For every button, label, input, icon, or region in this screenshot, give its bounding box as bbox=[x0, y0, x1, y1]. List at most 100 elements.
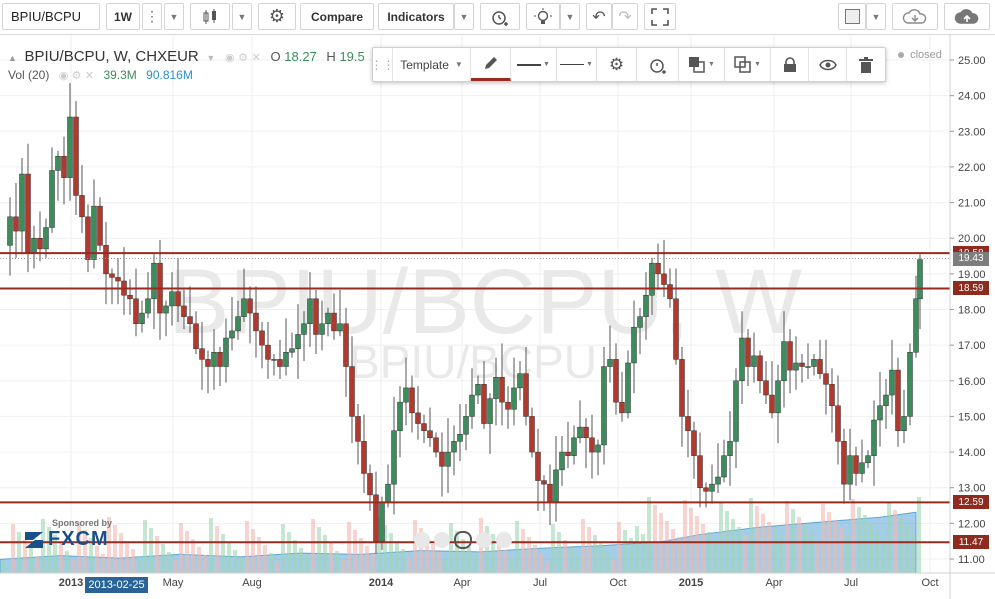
delete-button[interactable] bbox=[847, 48, 885, 81]
eye-icon[interactable]: ◉ bbox=[225, 52, 235, 64]
interval-dropdown-button[interactable]: ▼ bbox=[164, 3, 184, 30]
volume-bar bbox=[611, 559, 615, 573]
candle-body bbox=[211, 352, 217, 367]
candle-body bbox=[607, 359, 613, 367]
interval-menu-button[interactable]: ⋮ bbox=[142, 3, 162, 30]
chart-area[interactable]: BPIU/BCPU, W BPIU/BCPU 25.00 24.00 23.00 22… bbox=[0, 35, 995, 599]
candle-body bbox=[649, 262, 655, 296]
volume-bar bbox=[899, 518, 903, 573]
candle-body bbox=[199, 348, 205, 360]
candle-body bbox=[391, 430, 397, 485]
ideas-button[interactable] bbox=[526, 3, 560, 30]
scroll-left-icon[interactable] bbox=[414, 532, 430, 548]
volume-bar bbox=[521, 529, 525, 573]
indicators-dropdown-button[interactable]: ▼ bbox=[454, 3, 474, 30]
volume-bar bbox=[281, 524, 285, 573]
chevron-down-icon: ▼ bbox=[871, 11, 881, 22]
close-icon[interactable]: ✕ bbox=[85, 70, 94, 82]
hide-button[interactable] bbox=[809, 48, 847, 81]
y-tick-label: 19.00 bbox=[958, 269, 986, 281]
zoom-in-icon[interactable] bbox=[476, 532, 492, 548]
close-icon[interactable]: ✕ bbox=[252, 52, 261, 64]
chart-type-button[interactable] bbox=[190, 3, 230, 30]
template-button[interactable]: Template ▼ bbox=[393, 48, 471, 81]
volume-bar bbox=[287, 532, 291, 573]
load-chart-button[interactable] bbox=[892, 3, 938, 30]
volume-bar bbox=[191, 539, 195, 573]
y-tick-label: 25.00 bbox=[958, 55, 986, 67]
symbol-input[interactable]: BPIU/BCPU bbox=[2, 3, 100, 30]
candle-body bbox=[439, 451, 445, 467]
reset-icon[interactable] bbox=[454, 531, 472, 549]
volume-bar bbox=[71, 559, 75, 573]
volume-bar bbox=[467, 547, 471, 573]
volume-bar bbox=[341, 559, 345, 573]
volume-bar bbox=[881, 539, 885, 573]
candle-body bbox=[457, 434, 463, 442]
line-width-button[interactable]: ▼ bbox=[557, 48, 597, 81]
candle-body bbox=[409, 387, 415, 414]
volume-bar bbox=[245, 521, 249, 573]
chart-type-dropdown-button[interactable]: ▼ bbox=[232, 3, 252, 30]
fullscreen-button[interactable] bbox=[644, 3, 676, 30]
gear-icon[interactable]: ⚙ bbox=[72, 70, 82, 82]
undo-button[interactable]: ↶ bbox=[586, 3, 612, 30]
open-value: 18.27 bbox=[284, 49, 317, 64]
volume-bar bbox=[137, 557, 141, 573]
x-tick-label: 2015 bbox=[679, 577, 703, 589]
save-chart-button[interactable] bbox=[944, 3, 990, 30]
indicators-button[interactable]: Indicators bbox=[378, 3, 454, 30]
candle-body bbox=[769, 394, 775, 414]
candle-body bbox=[169, 291, 175, 307]
drawing-settings-button[interactable]: ⚙ bbox=[597, 48, 637, 81]
volume-bar bbox=[443, 560, 447, 573]
volume-bar bbox=[695, 516, 699, 573]
clone-button[interactable]: ▼ bbox=[725, 48, 771, 81]
compare-label: Compare bbox=[310, 9, 363, 24]
lock-icon bbox=[783, 56, 796, 72]
volume-bar bbox=[911, 534, 915, 573]
y-tick-label: 16.00 bbox=[958, 376, 986, 388]
volume-label: Vol (20) bbox=[8, 68, 50, 82]
chevron-down-icon: ▼ bbox=[754, 61, 761, 68]
visual-order-button[interactable]: ▼ bbox=[679, 48, 725, 81]
y-tick-label: 15.00 bbox=[958, 411, 986, 423]
price-chart[interactable]: BPIU/BCPU, W BPIU/BCPU 25.00 24.00 23.00 22… bbox=[0, 35, 995, 599]
candle-body bbox=[163, 305, 169, 314]
drag-handle[interactable]: ⋮⋮ bbox=[371, 48, 395, 81]
zoom-out-icon[interactable] bbox=[434, 532, 450, 548]
candle-body bbox=[271, 359, 277, 361]
candle-body bbox=[217, 352, 223, 367]
lock-button[interactable] bbox=[771, 48, 809, 81]
settings-button[interactable]: ⚙ bbox=[258, 3, 296, 30]
gear-icon[interactable]: ⚙ bbox=[238, 52, 248, 64]
eye-icon[interactable]: ◉ bbox=[59, 70, 69, 82]
y-tick-label: 12.00 bbox=[958, 518, 986, 530]
layout-button[interactable] bbox=[838, 3, 866, 30]
sponsor-logo[interactable]: Sponsored by FXCM bbox=[22, 518, 112, 551]
compare-button[interactable]: Compare bbox=[300, 3, 374, 30]
redo-button[interactable]: ↷ bbox=[612, 3, 638, 30]
ideas-dropdown-button[interactable]: ▼ bbox=[560, 3, 580, 30]
scroll-right-icon[interactable] bbox=[496, 532, 512, 548]
line-style-button[interactable]: ▼ bbox=[511, 48, 557, 81]
volume-bar bbox=[761, 514, 765, 573]
candle-body bbox=[343, 323, 349, 367]
candle-body bbox=[655, 262, 661, 275]
drawing-alert-button[interactable] bbox=[637, 48, 679, 81]
candle-body bbox=[91, 205, 97, 260]
volume-bar bbox=[875, 531, 879, 573]
volume-bar bbox=[401, 549, 405, 573]
color-button[interactable] bbox=[471, 48, 511, 81]
chevron-down-icon[interactable]: ▼ bbox=[206, 53, 215, 63]
collapse-icon[interactable]: ▲ bbox=[8, 53, 17, 63]
volume-bar bbox=[641, 534, 645, 573]
layout-dropdown-button[interactable]: ▼ bbox=[866, 3, 886, 30]
top-toolbar: BPIU/BCPU 1W ⋮ ▼ ▼ ⚙ Compare Indicators … bbox=[0, 0, 995, 35]
interval-button[interactable]: 1W bbox=[106, 3, 140, 30]
candle-body bbox=[307, 298, 313, 325]
add-alert-button[interactable] bbox=[480, 3, 520, 30]
volume-bar bbox=[755, 506, 759, 573]
interval-label: 1W bbox=[114, 9, 132, 24]
volume-bar bbox=[323, 535, 327, 573]
